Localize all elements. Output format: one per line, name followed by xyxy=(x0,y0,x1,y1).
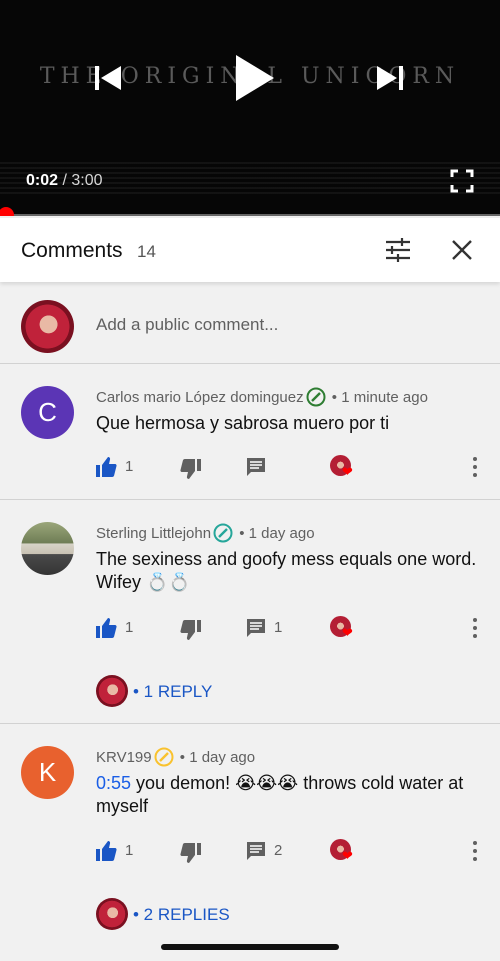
comment-time: 1 day ago xyxy=(248,525,315,542)
comment-actions: 1 2 ❤ xyxy=(0,838,500,868)
thumbs-up-icon[interactable] xyxy=(95,840,117,862)
reply-icon[interactable] xyxy=(246,841,266,861)
comment-meta: Carlos mario López dominguez • 1 minute … xyxy=(96,387,428,407)
badge-icon xyxy=(213,523,233,543)
heart-icon: ❤ xyxy=(342,464,353,479)
thumbs-down-icon[interactable] xyxy=(180,842,202,864)
comments-count: 14 xyxy=(137,242,156,261)
like-count: 1 xyxy=(125,842,134,859)
view-replies-button[interactable]: • 2 REPLIES xyxy=(96,898,336,930)
comments-header: Comments 14 xyxy=(0,218,500,282)
time-display: 0:02 / 3:00 xyxy=(26,172,103,190)
timestamp-link[interactable]: 0:55 xyxy=(96,773,131,793)
comment-thread: K KRV199 • 1 day ago 0:55 you demon! 😭😭😭… xyxy=(0,724,500,947)
thumbs-down-icon[interactable] xyxy=(180,458,202,480)
add-comment-row[interactable]: Add a public comment... xyxy=(0,284,500,364)
comment-author[interactable]: KRV199 xyxy=(96,749,152,766)
comment-author[interactable]: Carlos mario López dominguez xyxy=(96,389,304,406)
reply-count: 2 xyxy=(274,842,283,859)
current-user-avatar xyxy=(21,300,74,353)
creator-heart-badge: ❤ xyxy=(330,616,358,642)
play-icon[interactable] xyxy=(228,52,276,104)
comment-thread: C Carlos mario López dominguez • 1 minut… xyxy=(0,364,500,500)
previous-icon[interactable] xyxy=(92,62,124,94)
comment-body: you demon! 😭😭😭 throws cold water at myse… xyxy=(96,773,464,816)
reply-icon[interactable] xyxy=(246,457,266,477)
close-icon[interactable] xyxy=(450,238,474,262)
comment-meta: KRV199 • 1 day ago xyxy=(96,747,255,767)
view-replies-button[interactable]: • 1 REPLY xyxy=(96,675,336,707)
reply-icon[interactable] xyxy=(246,618,266,638)
comment-thread: Sterling Littlejohn • 1 day ago The sexi… xyxy=(0,500,500,724)
reply-author-avatar xyxy=(96,898,128,930)
current-time: 0:02 xyxy=(26,172,59,189)
comment-actions: 1 1 ❤ xyxy=(0,615,500,645)
comment-time: 1 day ago xyxy=(189,749,256,766)
progress-scrubber[interactable] xyxy=(0,207,14,216)
view-replies-label[interactable]: • 1 REPLY xyxy=(133,682,212,702)
meta-separator: • xyxy=(235,525,249,542)
comment-meta: Sterling Littlejohn • 1 day ago xyxy=(96,523,315,543)
reply-author-avatar xyxy=(96,675,128,707)
comment-time: 1 minute ago xyxy=(341,389,428,406)
video-player[interactable]: THE ORIGINAL UNICORN 0:02 / 3:00 xyxy=(0,0,500,216)
duration: 3:00 xyxy=(71,172,103,189)
meta-separator: • xyxy=(175,749,190,766)
more-options-icon[interactable] xyxy=(468,617,482,639)
commenter-avatar[interactable] xyxy=(21,522,74,575)
home-indicator[interactable] xyxy=(161,944,339,950)
comment-text: 0:55 you demon! 😭😭😭 throws cold water at… xyxy=(96,772,486,818)
comments-title: Comments xyxy=(21,239,123,262)
like-count: 1 xyxy=(125,619,134,636)
commenter-avatar[interactable]: K xyxy=(21,746,74,799)
more-options-icon[interactable] xyxy=(468,456,482,478)
time-separator: / xyxy=(58,172,72,189)
add-comment-input[interactable]: Add a public comment... xyxy=(96,315,278,335)
more-options-icon[interactable] xyxy=(468,840,482,862)
fullscreen-icon[interactable] xyxy=(450,169,474,193)
like-count: 1 xyxy=(125,458,134,475)
thumbs-up-icon[interactable] xyxy=(95,456,117,478)
comment-text: The sexiness and goofy mess equals one w… xyxy=(96,549,477,592)
comment-actions: 1 ❤ xyxy=(0,454,500,484)
comment-author[interactable]: Sterling Littlejohn xyxy=(96,525,211,542)
reply-count: 1 xyxy=(274,619,283,636)
comment-text: Que hermosa y sabrosa muero por ti xyxy=(96,413,390,433)
view-replies-label[interactable]: • 2 REPLIES xyxy=(133,905,230,925)
creator-heart-badge: ❤ xyxy=(330,839,358,865)
sort-filter-icon[interactable] xyxy=(384,237,412,263)
next-icon[interactable] xyxy=(374,62,406,94)
heart-icon: ❤ xyxy=(342,848,353,863)
badge-icon xyxy=(154,747,174,767)
heart-icon: ❤ xyxy=(342,625,353,640)
thumbs-down-icon[interactable] xyxy=(180,619,202,641)
progress-bar[interactable] xyxy=(0,207,500,216)
meta-separator: • xyxy=(327,389,342,406)
commenter-avatar[interactable]: C xyxy=(21,386,74,439)
badge-icon xyxy=(306,387,326,407)
thumbs-up-icon[interactable] xyxy=(95,617,117,639)
creator-heart-badge: ❤ xyxy=(330,455,358,481)
